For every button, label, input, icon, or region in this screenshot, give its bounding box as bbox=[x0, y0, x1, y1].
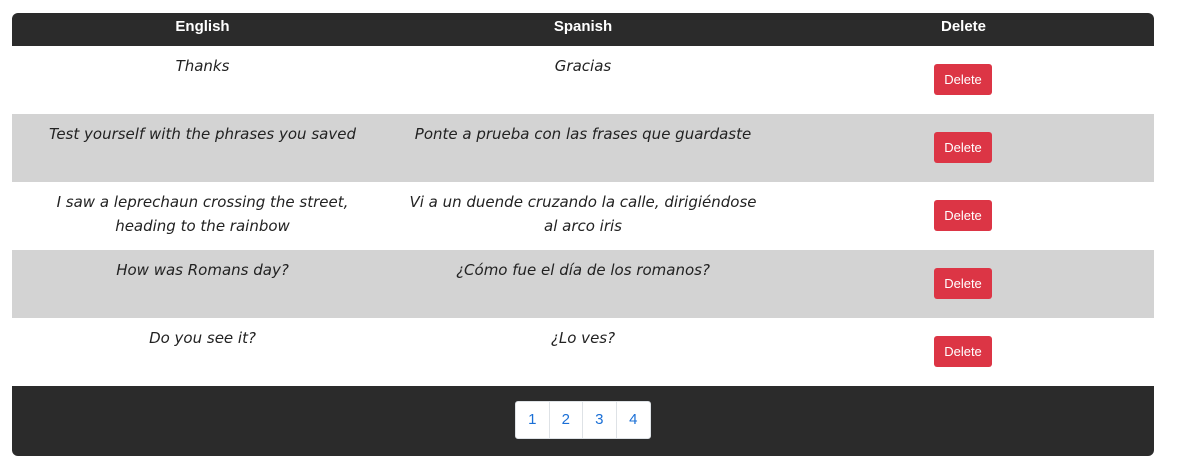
table-header: English Spanish Delete bbox=[12, 13, 1154, 46]
delete-button[interactable]: Delete bbox=[934, 268, 992, 299]
phrases-table: English Spanish Delete Thanks Gracias De… bbox=[12, 13, 1154, 456]
table-row: Thanks Gracias Delete bbox=[12, 46, 1154, 114]
delete-button[interactable]: Delete bbox=[934, 336, 992, 367]
spanish-phrase: ¿Cómo fue el día de los romanos? bbox=[456, 261, 710, 279]
spanish-phrase: Ponte a prueba con las frases que guarda… bbox=[414, 125, 752, 143]
spanish-phrase: Gracias bbox=[554, 57, 612, 75]
page-link-4[interactable]: 4 bbox=[617, 402, 651, 438]
delete-button[interactable]: Delete bbox=[934, 64, 992, 95]
delete-button[interactable]: Delete bbox=[934, 132, 992, 163]
header-spanish: Spanish bbox=[553, 18, 613, 35]
page-link-1[interactable]: 1 bbox=[516, 402, 550, 438]
page-link-2[interactable]: 2 bbox=[550, 402, 583, 438]
header-delete: Delete bbox=[940, 18, 987, 35]
english-phrase: Test yourself with the phrases you saved bbox=[49, 125, 356, 143]
english-phrase: Thanks bbox=[175, 57, 230, 75]
english-phrase: I saw a leprechaun crossing the street, … bbox=[56, 193, 349, 235]
page-link-3[interactable]: 3 bbox=[583, 402, 617, 438]
delete-button[interactable]: Delete bbox=[934, 200, 992, 231]
english-phrase: How was Romans day? bbox=[116, 261, 289, 279]
table-row: Do you see it? ¿Lo ves? Delete bbox=[12, 318, 1154, 386]
pagination: 1 2 3 4 bbox=[515, 401, 651, 439]
table-row: Test yourself with the phrases you saved… bbox=[12, 114, 1154, 182]
english-phrase: Do you see it? bbox=[149, 329, 256, 347]
table-row: How was Romans day? ¿Cómo fue el día de … bbox=[12, 250, 1154, 318]
spanish-phrase: Vi a un duende cruzando la calle, dirigi… bbox=[409, 193, 757, 235]
header-english: English bbox=[175, 18, 230, 35]
spanish-phrase: ¿Lo ves? bbox=[550, 329, 616, 347]
table-row: I saw a leprechaun crossing the street, … bbox=[12, 182, 1154, 250]
